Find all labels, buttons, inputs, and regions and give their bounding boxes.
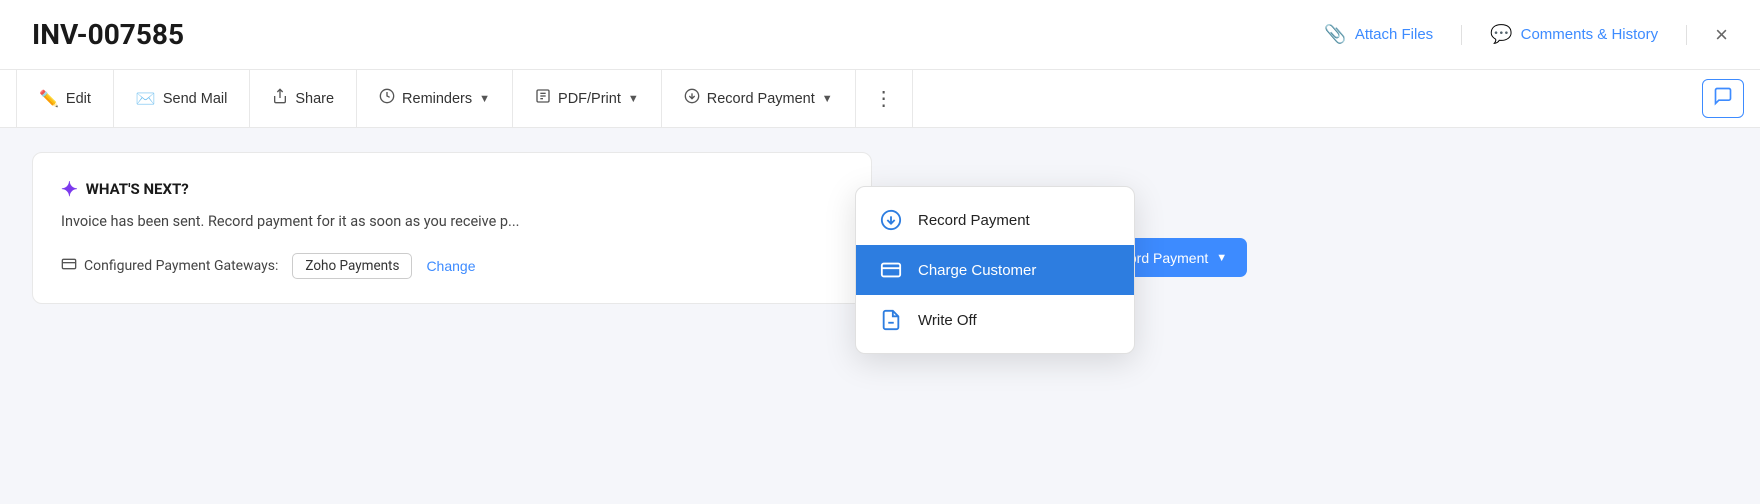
close-button[interactable]: × bbox=[1715, 22, 1728, 48]
paperclip-icon: 📎 bbox=[1324, 24, 1346, 45]
gateway-label: Configured Payment Gateways: bbox=[61, 256, 278, 276]
page-title: INV-007585 bbox=[32, 18, 184, 51]
dropdown-item-charge-customer[interactable]: Charge Customer bbox=[856, 245, 1134, 295]
record-payment-dropdown-icon bbox=[878, 209, 904, 231]
pdf-icon bbox=[535, 88, 551, 109]
comments-history-button[interactable]: 💬 Comments & History bbox=[1490, 24, 1658, 45]
gateway-badge: Zoho Payments bbox=[292, 253, 412, 279]
toolbar-chat-button[interactable] bbox=[1702, 79, 1744, 118]
change-gateway-button[interactable]: Change bbox=[426, 258, 475, 274]
whats-next-title: ✦ WHAT'S NEXT? bbox=[61, 177, 843, 201]
edit-button[interactable]: ✏️ Edit bbox=[16, 70, 114, 128]
record-payment-icon bbox=[684, 88, 700, 109]
attach-files-button[interactable]: 📎 Attach Files bbox=[1324, 24, 1433, 45]
page-header: INV-007585 📎 Attach Files 💬 Comments & H… bbox=[0, 0, 1760, 70]
chat-bubble-icon bbox=[1713, 86, 1733, 111]
record-payment-toolbar-button[interactable]: Record Payment ▼ bbox=[662, 70, 856, 128]
whats-next-card: ✦ WHAT'S NEXT? Invoice has been sent. Re… bbox=[32, 152, 872, 304]
gateway-icon bbox=[61, 256, 77, 276]
share-button[interactable]: Share bbox=[250, 70, 357, 128]
sparkle-icon: ✦ bbox=[61, 177, 78, 201]
payment-gateway-row: Configured Payment Gateways: Zoho Paymen… bbox=[61, 253, 843, 279]
whats-next-body: Invoice has been sent. Record payment fo… bbox=[61, 211, 843, 233]
pdf-print-button[interactable]: PDF/Print ▼ bbox=[513, 70, 662, 128]
record-payment-dropdown: Record Payment Charge Customer Write Off bbox=[855, 186, 1135, 354]
mail-icon: ✉️ bbox=[136, 89, 156, 109]
main-content: ✦ WHAT'S NEXT? Invoice has been sent. Re… bbox=[0, 128, 1760, 328]
header-actions: 📎 Attach Files 💬 Comments & History × bbox=[1324, 22, 1728, 48]
reminders-caret: ▼ bbox=[479, 93, 490, 105]
record-payment-caret: ▼ bbox=[822, 93, 833, 105]
charge-customer-icon bbox=[878, 259, 904, 281]
header-divider-2 bbox=[1686, 25, 1687, 45]
edit-icon: ✏️ bbox=[39, 89, 59, 109]
dropdown-item-write-off[interactable]: Write Off bbox=[856, 295, 1134, 345]
share-icon bbox=[272, 88, 288, 109]
card-record-payment-caret: ▼ bbox=[1216, 252, 1227, 264]
dropdown-item-record-payment[interactable]: Record Payment bbox=[856, 195, 1134, 245]
more-options-button[interactable]: ⋮ bbox=[856, 70, 913, 128]
reminders-button[interactable]: Reminders ▼ bbox=[357, 70, 513, 128]
chat-icon: 💬 bbox=[1490, 24, 1512, 45]
reminders-icon bbox=[379, 88, 395, 109]
toolbar: ✏️ Edit ✉️ Send Mail Share Reminders ▼ P… bbox=[0, 70, 1760, 128]
header-divider bbox=[1461, 25, 1462, 45]
send-mail-button[interactable]: ✉️ Send Mail bbox=[114, 70, 250, 128]
write-off-icon bbox=[878, 309, 904, 331]
pdf-caret: ▼ bbox=[628, 93, 639, 105]
